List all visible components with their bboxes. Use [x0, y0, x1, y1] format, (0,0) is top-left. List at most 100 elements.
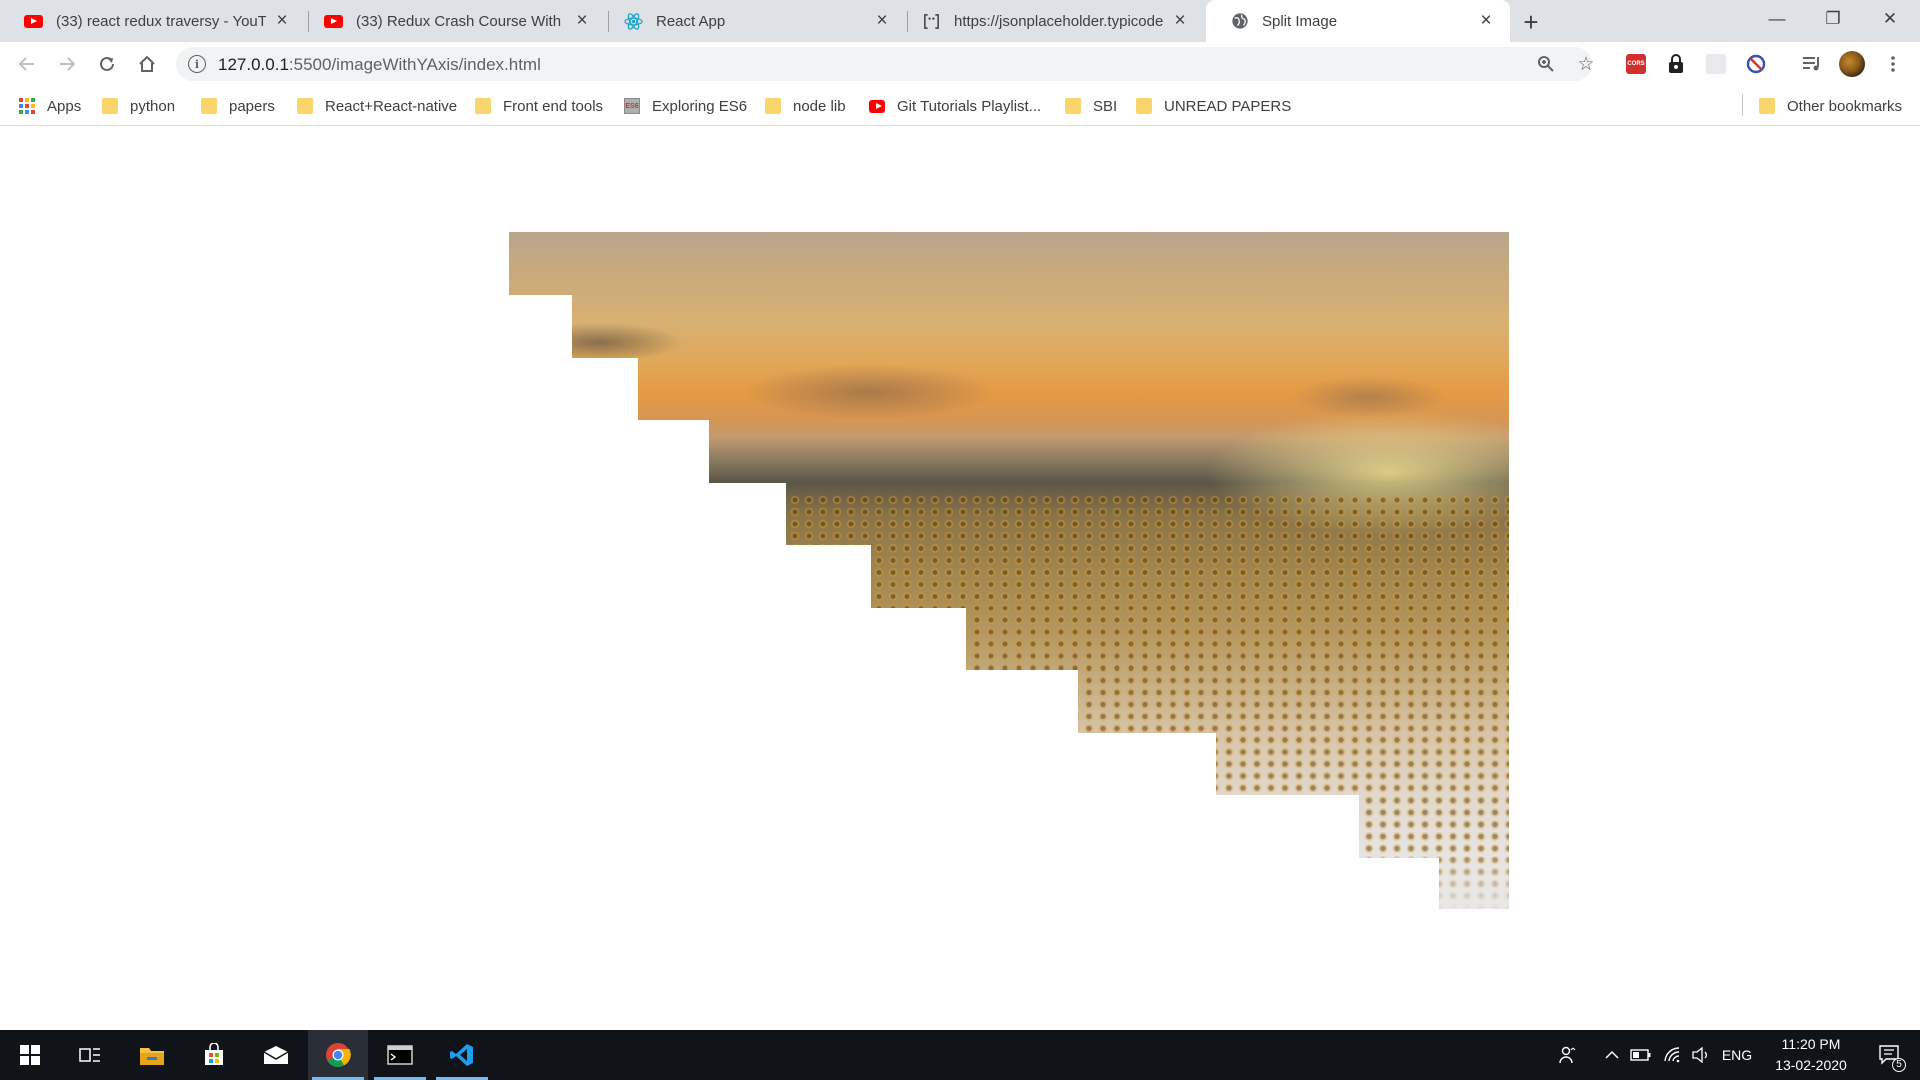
globe-icon [1230, 12, 1249, 31]
image-strip [1439, 857, 1509, 909]
bookmark-exploring-es6[interactable]: ES6 Exploring ES6 [624, 95, 747, 117]
bookmark-sbi[interactable]: SBI [1065, 95, 1117, 117]
chevron-up-icon[interactable] [1600, 1030, 1624, 1080]
reload-button[interactable] [92, 49, 122, 79]
folder-icon [201, 98, 217, 114]
vscode-icon[interactable] [432, 1030, 492, 1080]
bookmark-label: UNREAD PAPERS [1164, 97, 1292, 115]
bookmark-label: python [130, 97, 176, 115]
tab-title: (33) react redux traversy - YouTube [56, 12, 266, 30]
bookmark-git-tutorials[interactable]: Git Tutorials Playlist... [869, 95, 1041, 117]
bookmark-node-lib[interactable]: node lib [765, 95, 846, 117]
tab-react-app[interactable]: React App × [600, 0, 906, 42]
apps-grid-icon [19, 98, 35, 114]
forward-button[interactable] [52, 49, 82, 79]
site-info-icon[interactable]: i [188, 55, 206, 73]
url-host: 127.0.0.1 [218, 55, 289, 74]
tab-youtube-react-redux[interactable]: (33) react redux traversy - YouTube × [0, 0, 306, 42]
bookmark-other[interactable]: Other bookmarks [1759, 95, 1902, 117]
tab-title: Split Image [1262, 12, 1338, 30]
lock-extension-icon[interactable] [1665, 53, 1687, 75]
placeholder-icon [922, 12, 941, 31]
youtube-icon [24, 12, 43, 31]
bookmark-unread-papers[interactable]: UNREAD PAPERS [1136, 95, 1291, 117]
bookmark-label: Apps [47, 97, 82, 115]
folder-icon [1136, 98, 1152, 114]
cors-badge: CORS [1626, 54, 1646, 74]
url-path: :5500/imageWithYAxis/index.html [288, 55, 541, 74]
close-window-button[interactable]: ✕ [1860, 0, 1920, 38]
home-button[interactable] [132, 49, 162, 79]
people-icon[interactable] [1553, 1030, 1583, 1080]
bookmark-front-end-tools[interactable]: Front end tools [475, 95, 603, 117]
wifi-icon[interactable] [1660, 1030, 1686, 1080]
bookmark-label: papers [229, 97, 275, 115]
bookmark-label: Exploring ES6 [652, 97, 748, 115]
notifications-icon[interactable]: 5 [1862, 1030, 1918, 1080]
bookmark-label: Front end tools [503, 97, 604, 115]
es6-icon: ES6 [624, 98, 640, 114]
media-icon[interactable] [1801, 53, 1823, 75]
image-strip-layer [572, 294, 1509, 358]
file-explorer-icon[interactable] [122, 1030, 182, 1080]
language-indicator[interactable]: ENG [1718, 1030, 1756, 1080]
bookmark-python[interactable]: python [102, 95, 175, 117]
bookmark-star-icon[interactable]: ☆ [1576, 54, 1596, 75]
close-tab-icon[interactable]: × [872, 10, 892, 31]
bookmark-label: Other bookmarks [1787, 97, 1903, 115]
bookmark-react[interactable]: React+React-native [297, 95, 457, 117]
bookmarks-bar: Apps python papers React+React-native Fr… [0, 86, 1920, 126]
notification-count-badge: 5 [1892, 1058, 1906, 1072]
image-strip [572, 294, 1509, 358]
page-viewport [0, 127, 1920, 1030]
battery-icon[interactable] [1628, 1030, 1654, 1080]
tab-split-image[interactable]: Split Image × [1206, 0, 1510, 42]
windows-start-icon[interactable] [0, 1030, 60, 1080]
tab-title: https://jsonplaceholder.typicode.com [954, 12, 1164, 30]
terminal-icon[interactable] [370, 1030, 430, 1080]
folder-icon [297, 98, 313, 114]
tab-redux-crash-course[interactable]: (33) Redux Crash Course With React × [300, 0, 606, 42]
new-tab-button[interactable]: + [1517, 7, 1545, 37]
mail-icon[interactable] [246, 1030, 306, 1080]
image-strip-layer [1439, 857, 1509, 909]
back-button[interactable] [12, 49, 42, 79]
tab-jsonplaceholder[interactable]: https://jsonplaceholder.typicode.com × [898, 0, 1204, 42]
image-strip [786, 482, 1509, 545]
profile-avatar[interactable] [1838, 50, 1866, 78]
bookmark-label: SBI [1093, 97, 1118, 115]
bookmarks-separator [1742, 94, 1743, 116]
windows-taskbar: ENG 11:20 PM 13-02-2020 5 [0, 1030, 1920, 1080]
bookmark-label: React+React-native [325, 97, 458, 115]
bookmark-apps[interactable]: Apps [19, 95, 81, 117]
cors-extension-icon[interactable]: CORS [1625, 53, 1647, 75]
block-extension-icon[interactable] [1745, 53, 1767, 75]
task-view-icon[interactable] [60, 1030, 120, 1080]
folder-icon [475, 98, 491, 114]
close-tab-icon[interactable]: × [1476, 10, 1496, 31]
address-bar[interactable]: i 127.0.0.1:5500/imageWithYAxis/index.ht… [176, 47, 1595, 81]
store-icon[interactable] [184, 1030, 244, 1080]
tab-title: React App [656, 12, 726, 30]
image-strip [509, 232, 1509, 295]
volume-icon[interactable] [1688, 1030, 1714, 1080]
react-icon [624, 12, 643, 31]
close-tab-icon[interactable]: × [1170, 10, 1190, 31]
bookmark-label: Git Tutorials Playlist... [897, 97, 1042, 115]
image-strip-layer [509, 232, 1509, 295]
zoom-icon[interactable] [1536, 54, 1556, 74]
image-strip [638, 357, 1509, 420]
clock-date: 13-02-2020 [1775, 1057, 1847, 1073]
close-tab-icon[interactable]: × [272, 10, 292, 31]
image-strip [1359, 794, 1509, 858]
bookmark-papers[interactable]: papers [201, 95, 275, 117]
chrome-icon[interactable] [308, 1030, 368, 1080]
minimize-button[interactable]: — [1747, 0, 1807, 38]
menu-icon[interactable] [1882, 53, 1904, 75]
system-clock[interactable]: 11:20 PM 13-02-2020 [1756, 1034, 1866, 1076]
blank-extension-icon[interactable] [1705, 53, 1727, 75]
tab-title: (33) Redux Crash Course With React [356, 12, 566, 30]
restore-button[interactable]: ❐ [1803, 0, 1863, 38]
close-tab-icon[interactable]: × [572, 10, 592, 31]
folder-icon [1759, 98, 1775, 114]
